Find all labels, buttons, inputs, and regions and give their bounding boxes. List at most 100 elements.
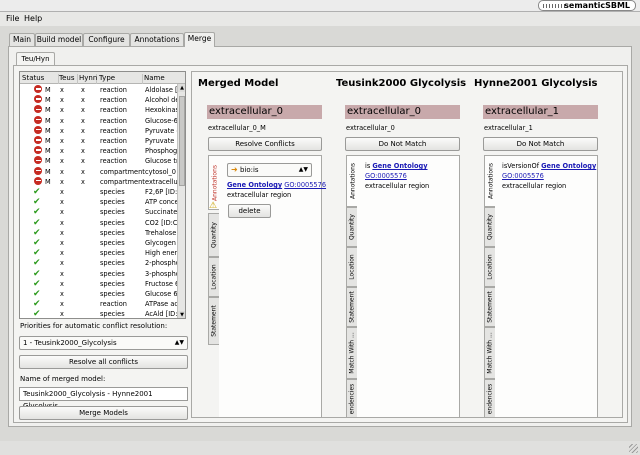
row-name: Phosphoglyc bbox=[145, 147, 179, 156]
merge-models-button[interactable]: Merge Models bbox=[19, 406, 188, 420]
resolve-conflicts-button[interactable]: Resolve Conflicts bbox=[208, 137, 322, 151]
row-type: species bbox=[100, 239, 125, 247]
table-row[interactable]: Mx x reaction Glucose-6-p bbox=[20, 115, 185, 126]
col-teus[interactable]: Teus bbox=[59, 74, 78, 84]
row-teus: x bbox=[60, 86, 64, 94]
resize-grip-icon[interactable] bbox=[629, 444, 638, 453]
delete-button[interactable]: delete bbox=[228, 204, 271, 218]
merged-annotation-link[interactable]: Gene Ontology GO:0005576 bbox=[227, 181, 326, 189]
row-teus: x bbox=[60, 167, 64, 176]
table-row[interactable]: Mx x reaction Aldolase [ID: bbox=[20, 85, 185, 95]
row-teus: x bbox=[60, 259, 64, 268]
checkmark-icon: ✔ bbox=[33, 217, 41, 228]
row-hynn: x bbox=[81, 96, 85, 105]
tab-main[interactable]: Main bbox=[9, 33, 35, 46]
row-teus: x bbox=[60, 239, 64, 247]
table-row[interactable]: ✔ x species ATP concer bbox=[20, 197, 185, 207]
table-row[interactable]: Mx x reaction Pyruvate kir bbox=[20, 136, 185, 146]
row-name: AcAld [ID:A bbox=[145, 310, 179, 319]
table-row[interactable]: ✔ x species CO2 [ID:CO bbox=[20, 218, 185, 228]
row-type: reaction bbox=[100, 106, 127, 115]
qualifier-select[interactable]: ➜ bio:is ▲▼ bbox=[227, 163, 312, 177]
merged-annotation-desc: extracellular region bbox=[227, 191, 292, 199]
merged-name-input[interactable]: Teusink2000_Glycolysis - Hynne2001 Glyco… bbox=[19, 387, 188, 410]
tab-annotations[interactable]: Annotations bbox=[130, 33, 184, 46]
table-row[interactable]: Mx x compartment cytosol_0 [I bbox=[20, 166, 185, 177]
tab-teu-hyn[interactable]: Teu/Hyn bbox=[16, 52, 55, 65]
table-row[interactable]: Mx x reaction Glucose tra bbox=[20, 156, 185, 166]
table-row[interactable]: ✔ x species Fructose 6 bbox=[20, 279, 185, 289]
col-name[interactable]: Name bbox=[144, 74, 179, 84]
table-row[interactable]: ✔ x species F2,6P [ID:F2 bbox=[20, 187, 185, 197]
table-row[interactable]: Mx x reaction Alcohol deh bbox=[20, 95, 185, 105]
checkmark-icon: ✔ bbox=[33, 289, 41, 299]
table-row[interactable]: ✔ x species Glycogen [I bbox=[20, 238, 185, 248]
hynne-do-not-match-button[interactable]: Do Not Match bbox=[483, 137, 598, 151]
conflict-error-icon bbox=[34, 85, 42, 93]
checkmark-icon: ✔ bbox=[33, 197, 41, 208]
row-type: species bbox=[100, 269, 125, 278]
row-name: extracellula bbox=[145, 177, 179, 186]
row-teus: x bbox=[60, 157, 64, 166]
row-name: Pyruvate de bbox=[145, 126, 179, 135]
tab-configure[interactable]: Configure bbox=[83, 33, 130, 46]
hynne-annotation-qual: isVersionOf Gene Ontology bbox=[502, 162, 597, 170]
teusink-link-id[interactable]: GO:0005576 bbox=[365, 172, 407, 180]
table-row[interactable]: ✔ x species Glucose 6 P bbox=[20, 289, 185, 299]
merged-model-header: Merged Model bbox=[198, 78, 279, 89]
table-scrollbar[interactable]: ▲ ▼ bbox=[177, 84, 185, 318]
row-merge-flag: M bbox=[45, 116, 51, 125]
row-teus: x bbox=[60, 126, 64, 135]
menu-bar: File Help bbox=[0, 12, 640, 26]
table-row[interactable]: ✔ x species 2-phosphog bbox=[20, 258, 185, 268]
horizontal-scrollbar[interactable] bbox=[8, 430, 632, 438]
table-row[interactable]: ✔ x reaction ATPase act bbox=[20, 299, 185, 309]
checkmark-icon: ✔ bbox=[33, 309, 41, 319]
row-type: reaction bbox=[100, 157, 127, 166]
table-row[interactable]: ✔ x species Trehalose [I bbox=[20, 228, 185, 238]
table-row[interactable]: Mx x reaction Pyruvate de bbox=[20, 125, 185, 136]
col-type[interactable]: Type bbox=[99, 74, 143, 84]
conflict-error-icon bbox=[34, 176, 42, 185]
col-hynn[interactable]: Hynn bbox=[79, 74, 97, 84]
table-row[interactable]: ✔ x species AcAld [ID:A bbox=[20, 309, 185, 319]
row-teus: x bbox=[60, 137, 64, 145]
table-row[interactable]: ✔ x species Succinate [I bbox=[20, 207, 185, 217]
teusink-do-not-match-button[interactable]: Do Not Match bbox=[345, 137, 460, 151]
col-status[interactable]: Status bbox=[22, 74, 59, 84]
scroll-thumb[interactable] bbox=[179, 96, 185, 186]
hynne-annotation-desc: extracellular region bbox=[502, 182, 567, 190]
table-header: Status Teus Hynn Type Name bbox=[20, 72, 185, 84]
teusink-link-db[interactable]: Gene Ontology bbox=[372, 162, 427, 170]
row-hynn: x bbox=[81, 126, 85, 135]
row-merge-flag: M bbox=[45, 106, 51, 115]
row-merge-flag: M bbox=[45, 86, 51, 94]
table-row[interactable]: ✔ x species 3-phosphog bbox=[20, 269, 185, 279]
priorities-label: Priorities for automatic conflict resolu… bbox=[20, 322, 168, 330]
menu-help[interactable]: Help bbox=[24, 14, 42, 23]
table-row[interactable]: ✔ x species High energ bbox=[20, 248, 185, 258]
row-hynn: x bbox=[81, 157, 85, 166]
row-teus: x bbox=[60, 198, 64, 207]
teusink-id-bar: extracellular_0 bbox=[345, 105, 460, 119]
row-teus: x bbox=[60, 290, 64, 298]
table-row[interactable]: Mx x reaction Phosphoglyc bbox=[20, 146, 185, 156]
scroll-down-icon[interactable]: ▼ bbox=[178, 311, 185, 318]
menu-file[interactable]: File bbox=[6, 14, 19, 23]
hynne-link-id[interactable]: GO:0005576 bbox=[502, 172, 544, 180]
priority-select[interactable]: 1 - Teusink2000_Glycolysis ▲▼ bbox=[19, 336, 188, 350]
arrow-right-icon: ➜ bbox=[231, 165, 238, 174]
scroll-up-icon[interactable]: ▲ bbox=[178, 84, 185, 92]
hynne-link-db[interactable]: Gene Ontology bbox=[541, 162, 596, 170]
table-row[interactable]: Mx x reaction Hexokinase bbox=[20, 105, 185, 115]
row-teus: x bbox=[60, 177, 64, 186]
table-row[interactable]: Mx x compartmentextracellula bbox=[20, 176, 185, 187]
tab-build-model[interactable]: Build model bbox=[35, 33, 83, 46]
tab-merge[interactable]: Merge bbox=[184, 32, 215, 47]
teusink-header: Teusink2000 Glycolysis bbox=[336, 78, 467, 89]
checkmark-icon: ✔ bbox=[33, 238, 41, 248]
resolve-all-button[interactable]: Resolve all conflicts bbox=[19, 355, 188, 369]
row-name: Fructose 6 bbox=[145, 279, 179, 288]
row-teus: x bbox=[60, 279, 64, 288]
teusink-sub-id: extracellular_0 bbox=[346, 124, 395, 132]
